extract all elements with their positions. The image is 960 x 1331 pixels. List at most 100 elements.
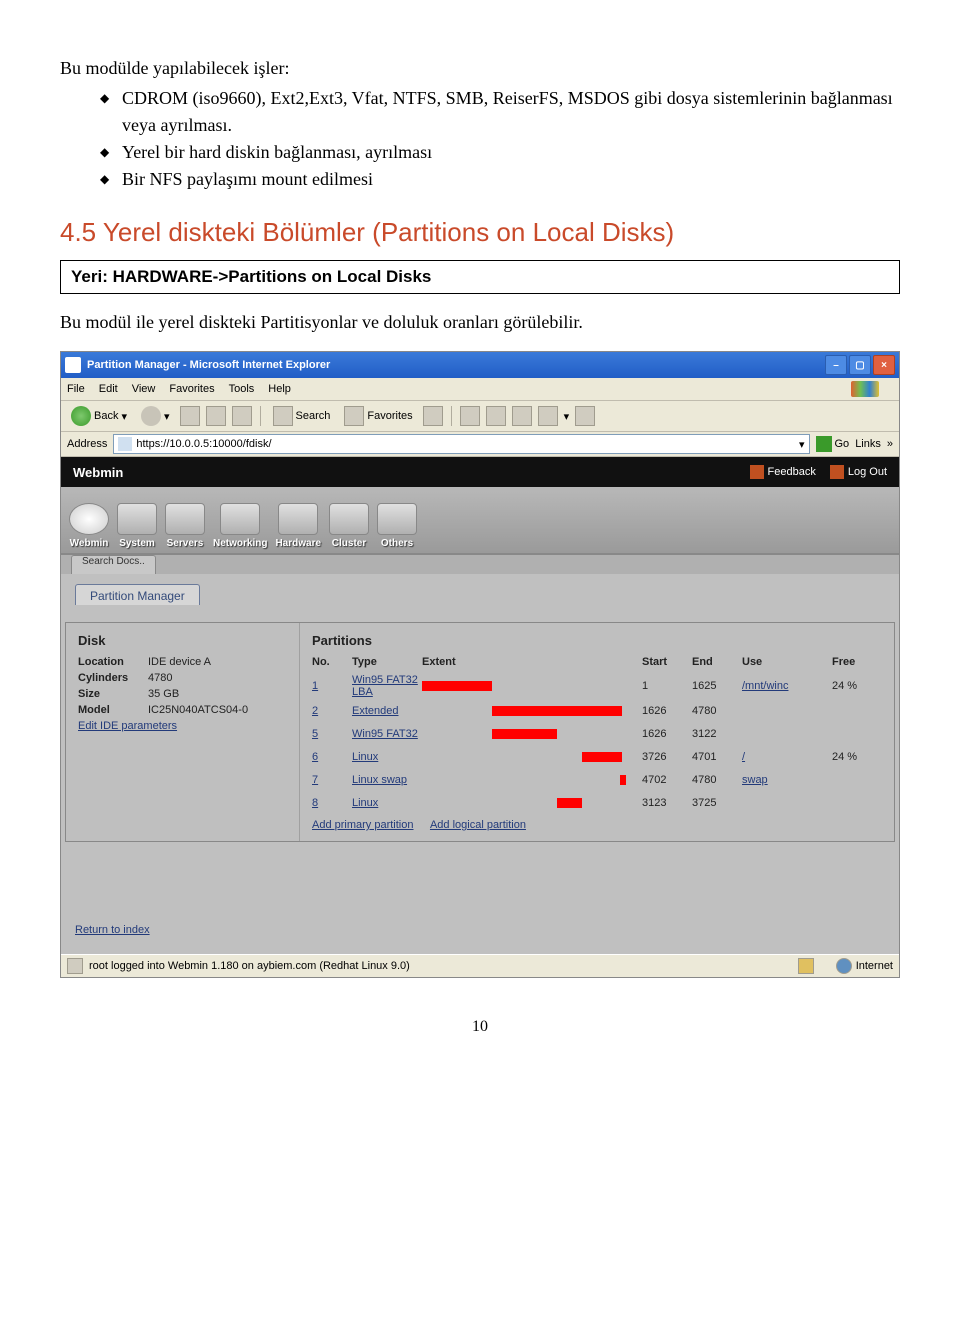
logout-icon [830,465,844,479]
stop-icon[interactable] [180,406,200,426]
go-button[interactable]: Go [816,436,850,452]
nav-others[interactable]: Others [377,503,417,553]
maximize-button[interactable]: ▢ [849,355,871,375]
use-link[interactable]: swap [742,774,768,786]
free-value: 24 % [832,680,882,692]
location-box: Yeri: HARDWARE->Partitions on Local Disk… [60,260,900,294]
discuss-icon[interactable] [575,406,595,426]
partition-row: 2 Extended 16264780 [312,701,882,721]
logout-link[interactable]: Log Out [830,465,887,479]
word-icon[interactable] [538,406,558,426]
col-extent: Extent [422,656,642,668]
nav-webmin[interactable]: Webmin [69,503,109,553]
size-key: Size [78,688,148,700]
partition-row: 5Win95 FAT3216263122 [312,724,882,744]
forward-button[interactable]: ▾ [137,405,174,427]
start-value: 1626 [642,705,692,717]
menu-tools[interactable]: Tools [229,383,255,395]
extent-bar [492,729,557,739]
partition-no-link[interactable]: 6 [312,751,318,763]
nav-networking[interactable]: Networking [213,503,267,553]
refresh-icon[interactable] [206,406,226,426]
partition-type-link[interactable]: Win95 FAT32 LBA [352,674,418,698]
cylinders-value: 4780 [148,672,287,684]
search-button[interactable]: Search [269,405,335,427]
mail-icon[interactable] [460,406,480,426]
partition-no-link[interactable]: 2 [312,705,318,717]
start-value: 1626 [642,728,692,740]
status-bar: root logged into Webmin 1.180 on aybiem.… [61,954,899,977]
partition-type-link[interactable]: Linux swap [352,774,407,786]
use-link[interactable]: / [742,751,745,763]
add-primary-link[interactable]: Add primary partition [312,819,414,831]
end-value: 4780 [692,705,742,717]
partition-no-link[interactable]: 5 [312,728,318,740]
intro-line: Bu modülde yapılabilecek işler: [60,58,900,79]
extent-bar-cell [422,750,642,764]
col-free: Free [832,656,882,668]
nav-label: Cluster [332,538,366,549]
use-link[interactable]: /mnt/winc [742,680,788,692]
start-value: 1 [642,680,692,692]
others-icon [377,503,417,535]
menu-bar: File Edit View Favorites Tools Help [61,378,899,401]
toolbar: Back ▾ ▾ Search Favorites ▾ [61,401,899,432]
partition-type-link[interactable]: Win95 FAT32 [352,728,418,740]
bullet-item: CDROM (iso9660), Ext2,Ext3, Vfat, NTFS, … [100,85,900,139]
section-heading: 4.5 Yerel diskteki Bölümler (Partitions … [60,217,900,248]
logout-label: Log Out [848,466,887,478]
menu-view[interactable]: View [132,383,156,395]
menu-help[interactable]: Help [268,383,291,395]
partition-type-link[interactable]: Linux [352,751,378,763]
partition-no-link[interactable]: 8 [312,797,318,809]
nav-hardware[interactable]: Hardware [275,503,321,553]
module-tab-partition-manager[interactable]: Partition Manager [75,584,200,605]
back-button[interactable]: Back ▾ [67,405,131,427]
nav-label: Servers [167,538,204,549]
chevron-down-icon[interactable]: ▾ [799,438,805,451]
end-value: 4780 [692,774,742,786]
home-icon[interactable] [232,406,252,426]
window-titlebar: Partition Manager - Microsoft Internet E… [61,352,899,378]
partitions-title: Partitions [312,633,882,648]
nav-label: Others [381,538,413,549]
extent-bar-cell [422,727,642,741]
media-icon[interactable] [423,406,443,426]
nav-cluster[interactable]: Cluster [329,503,369,553]
partition-no-link[interactable]: 7 [312,774,318,786]
minimize-button[interactable]: – [825,355,847,375]
menu-favorites[interactable]: Favorites [169,383,214,395]
partition-type-link[interactable]: Linux [352,797,378,809]
search-label: Search [296,410,331,422]
partition-no-link[interactable]: 1 [312,680,318,692]
links-label[interactable]: Links [855,438,881,450]
forward-icon [141,406,161,426]
page-icon [67,958,83,974]
nav-label: Webmin [70,538,109,549]
nav-label: System [119,538,155,549]
nav-servers[interactable]: Servers [165,503,205,553]
partition-type-link[interactable]: Extended [352,705,398,717]
edit-ide-link[interactable]: Edit IDE parameters [78,720,177,732]
star-icon [344,406,364,426]
menu-file[interactable]: File [67,383,85,395]
print-icon[interactable] [486,406,506,426]
bullet-item: Yerel bir hard diskin bağlanması, ayrılm… [100,139,900,166]
nav-system[interactable]: System [117,503,157,553]
search-docs-tab[interactable]: Search Docs.. [71,555,156,574]
feedback-icon [750,465,764,479]
favorites-button[interactable]: Favorites [340,405,416,427]
add-logical-link[interactable]: Add logical partition [430,819,526,831]
partition-row: 8Linux31233725 [312,793,882,813]
feedback-link[interactable]: Feedback [750,465,816,479]
address-input[interactable]: https://10.0.0.5:10000/fdisk/ ▾ [113,434,809,454]
menu-edit[interactable]: Edit [99,383,118,395]
add-partition-links: Add primary partition Add logical partit… [312,819,882,831]
size-value: 35 GB [148,688,287,700]
close-button[interactable]: × [873,355,895,375]
start-value: 3123 [642,797,692,809]
hardware-icon [278,503,318,535]
edit-icon[interactable] [512,406,532,426]
partitions-header: No. Type Extent Start End Use Free [312,656,882,668]
return-to-index-link[interactable]: Return to index [75,924,150,936]
